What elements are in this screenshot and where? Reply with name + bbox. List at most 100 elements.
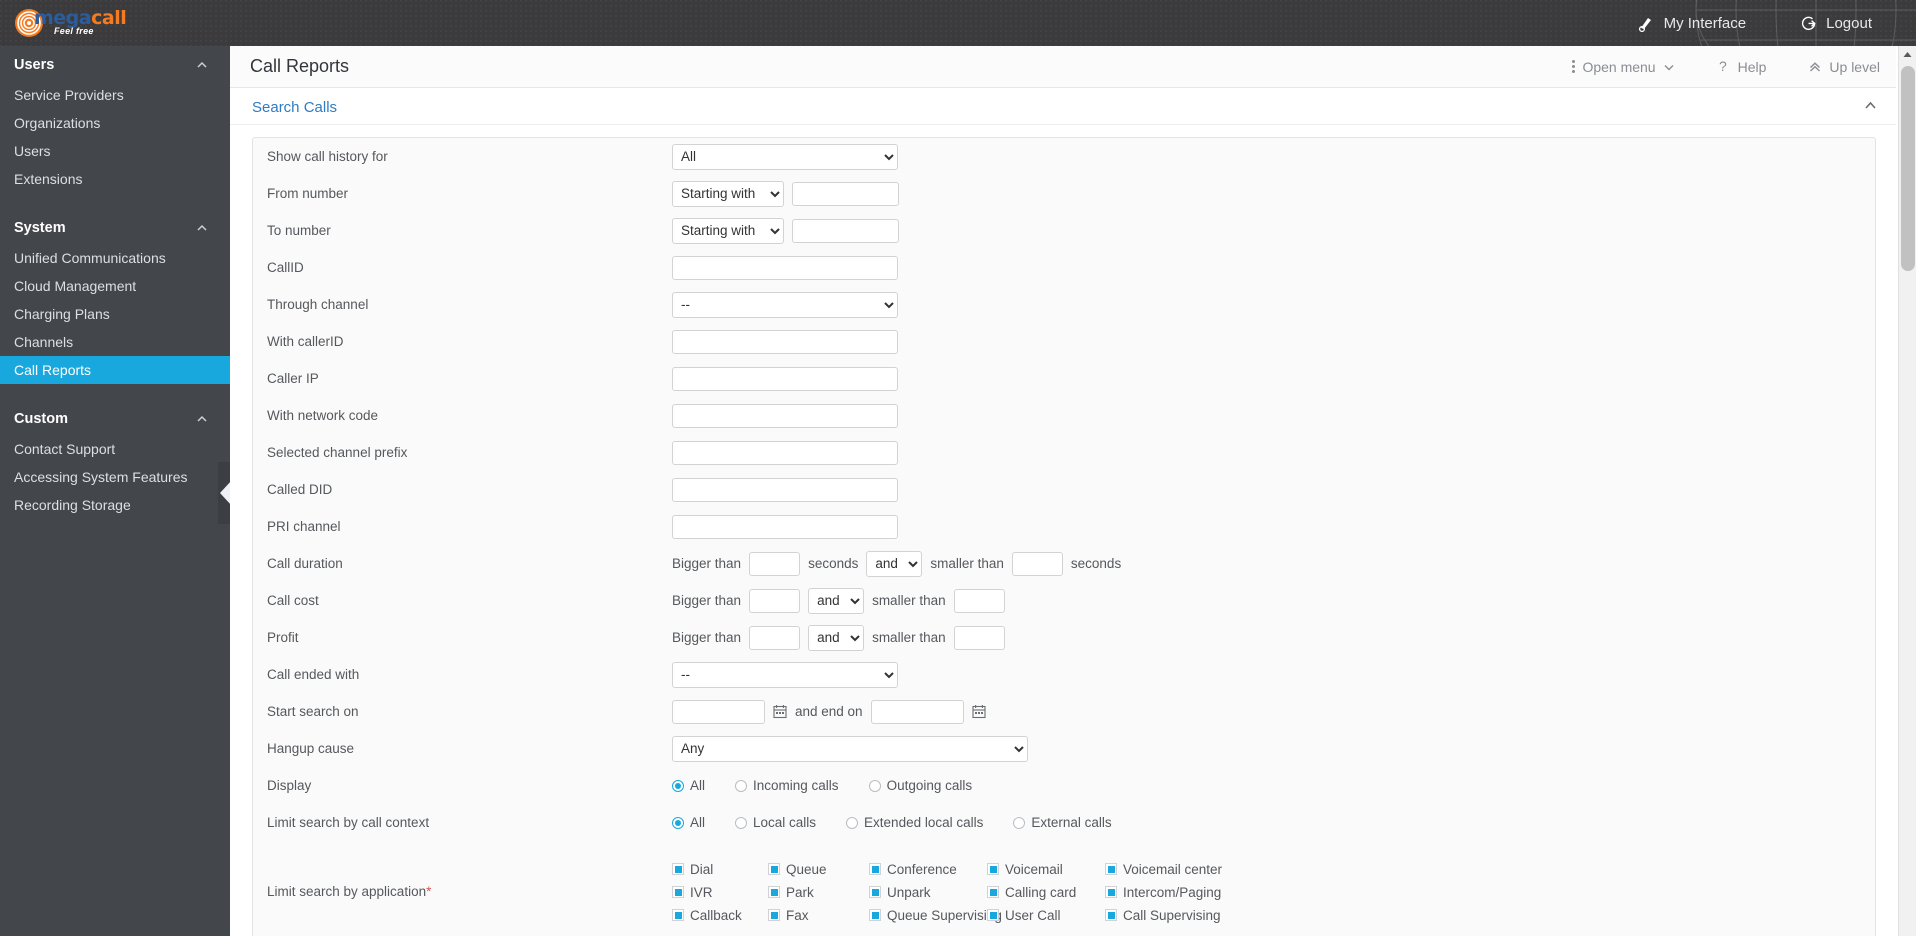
- callid-input[interactable]: [672, 255, 898, 280]
- checkbox-queue[interactable]: Queue: [768, 862, 869, 877]
- open-menu-button[interactable]: Open menu: [1572, 59, 1674, 75]
- checkbox-call-supervising[interactable]: Call Supervising: [1105, 908, 1245, 923]
- sidebar-item-recording-storage[interactable]: Recording Storage: [0, 491, 230, 519]
- sidebar-item-charging-plans[interactable]: Charging Plans: [0, 300, 230, 328]
- page-scrollbar[interactable]: [1898, 46, 1916, 936]
- checkbox-park[interactable]: Park: [768, 885, 869, 900]
- sidebar-item-unified-communications[interactable]: Unified Communications: [0, 244, 230, 272]
- display-option-incoming[interactable]: Incoming calls: [735, 778, 839, 793]
- with-callerid-input[interactable]: [672, 329, 898, 354]
- sidebar-item-users[interactable]: Users: [0, 137, 230, 165]
- end-date-input[interactable]: [870, 699, 964, 724]
- form-row-show-call-history: Show call history for All: [253, 138, 1875, 175]
- from-number-input[interactable]: [792, 181, 899, 206]
- search-calls-title[interactable]: Search Calls: [252, 99, 337, 116]
- sidebar-item-call-reports[interactable]: Call Reports: [0, 356, 230, 384]
- call-cost-min-input[interactable]: [749, 588, 801, 613]
- pri-channel-input[interactable]: [672, 514, 898, 539]
- call-context-option-external[interactable]: External calls: [1013, 815, 1112, 830]
- calendar-icon[interactable]: [972, 704, 986, 719]
- form-row-hangup-cause: Hangup cause Any: [253, 730, 1875, 767]
- caller-ip-input[interactable]: [672, 366, 898, 391]
- logout-button[interactable]: Logout: [1800, 15, 1872, 32]
- checkbox-icon: [987, 909, 999, 921]
- checkbox-voicemail-center[interactable]: Voicemail center: [1105, 862, 1245, 877]
- checkbox-user-call[interactable]: User Call: [987, 908, 1105, 923]
- checkbox-unpark[interactable]: Unpark: [869, 885, 987, 900]
- scrollbar-thumb[interactable]: [1901, 66, 1915, 271]
- call-duration-smaller-than-text: smaller than: [930, 556, 1004, 571]
- checkbox-ivr[interactable]: IVR: [672, 885, 768, 900]
- display-option-outgoing[interactable]: Outgoing calls: [868, 778, 972, 793]
- call-cost-operator-select[interactable]: and: [808, 587, 865, 614]
- checkbox-calling-card[interactable]: Calling card: [987, 885, 1105, 900]
- search-calls-collapse-button[interactable]: [1863, 98, 1878, 116]
- radio-icon: [846, 816, 859, 829]
- called-did-input[interactable]: [672, 477, 898, 502]
- call-ended-with-select[interactable]: --: [672, 661, 898, 688]
- page-title: Call Reports: [250, 56, 350, 76]
- app-logo[interactable]: megacall Feel free: [14, 6, 127, 40]
- checkbox-icon: [768, 863, 780, 875]
- checkbox-callback[interactable]: Callback: [672, 908, 768, 923]
- checkbox-fax[interactable]: Fax: [768, 908, 869, 923]
- my-interface-button[interactable]: My Interface: [1638, 15, 1746, 32]
- through-channel-label: Through channel: [267, 297, 369, 312]
- checkbox-dial[interactable]: Dial: [672, 862, 768, 877]
- checkbox-icon: [1105, 863, 1117, 875]
- profit-max-input[interactable]: [953, 625, 1005, 650]
- call-cost-bigger-than-text: Bigger than: [672, 593, 742, 608]
- call-duration-min-input[interactable]: [749, 551, 801, 576]
- calendar-icon[interactable]: [773, 704, 787, 719]
- sidebar-item-extensions[interactable]: Extensions: [0, 165, 230, 193]
- call-duration-max-input[interactable]: [1011, 551, 1063, 576]
- with-network-code-input[interactable]: [672, 403, 898, 428]
- checkbox-icon: [768, 886, 780, 898]
- call-duration-operator-select[interactable]: and: [866, 550, 923, 577]
- profit-smaller-than-text: smaller than: [872, 630, 946, 645]
- hangup-cause-select[interactable]: Any: [672, 735, 1028, 762]
- call-context-option-local[interactable]: Local calls: [735, 815, 816, 830]
- sidebar-item-organizations[interactable]: Organizations: [0, 109, 230, 137]
- sidebar-item-channels[interactable]: Channels: [0, 328, 230, 356]
- sidebar-item-label: Call Reports: [14, 362, 92, 378]
- sidebar-item-accessing-system-features[interactable]: Accessing System Features: [0, 463, 230, 491]
- to-number-input[interactable]: [792, 218, 899, 243]
- from-number-match-select[interactable]: Starting with: [672, 180, 784, 207]
- checkbox-queue-supervising[interactable]: Queue Supervising: [869, 908, 1002, 923]
- call-context-option-all[interactable]: All: [672, 815, 705, 830]
- logout-label: Logout: [1826, 14, 1872, 32]
- profit-operator-select[interactable]: and: [808, 624, 865, 651]
- display-option-all[interactable]: All: [672, 778, 705, 793]
- form-row-called-did: Called DID: [253, 471, 1875, 508]
- scrollbar-up-arrow[interactable]: [1899, 46, 1916, 63]
- call-context-option-label: Extended local calls: [864, 815, 984, 830]
- through-channel-select[interactable]: --: [672, 291, 898, 318]
- sidebar-item-contact-support[interactable]: Contact Support: [0, 435, 230, 463]
- to-number-match-select[interactable]: Starting with: [672, 217, 784, 244]
- sidebar-section-custom[interactable]: Custom: [0, 400, 230, 435]
- up-level-label: Up level: [1829, 58, 1880, 75]
- sidebar-section-custom-label: Custom: [14, 411, 68, 427]
- date-range-label: Start search on: [267, 704, 359, 719]
- show-call-history-select[interactable]: All: [672, 143, 898, 170]
- checkbox-voicemail[interactable]: Voicemail: [987, 862, 1105, 877]
- main-content: Call Reports Open menu ? Help Up level S…: [230, 46, 1898, 936]
- call-cost-max-input[interactable]: [953, 588, 1005, 613]
- checkbox-intercom-paging[interactable]: Intercom/Paging: [1105, 885, 1245, 900]
- display-label: Display: [267, 778, 312, 793]
- start-date-input[interactable]: [672, 699, 765, 724]
- checkbox-conference[interactable]: Conference: [869, 862, 987, 877]
- call-context-option-label: Local calls: [753, 815, 817, 830]
- brush-icon: [1638, 17, 1651, 32]
- sidebar-section-users[interactable]: Users: [0, 46, 230, 81]
- help-button[interactable]: ? Help: [1717, 59, 1767, 75]
- sidebar-item-cloud-management[interactable]: Cloud Management: [0, 272, 230, 300]
- selected-channel-prefix-input[interactable]: [672, 440, 898, 465]
- sidebar-item-service-providers[interactable]: Service Providers: [0, 81, 230, 109]
- profit-min-input[interactable]: [749, 625, 801, 650]
- sidebar-section-system[interactable]: System: [0, 209, 230, 244]
- up-level-button[interactable]: Up level: [1808, 59, 1880, 75]
- callid-label: CallID: [267, 260, 304, 275]
- call-context-option-extended-local[interactable]: Extended local calls: [846, 815, 983, 830]
